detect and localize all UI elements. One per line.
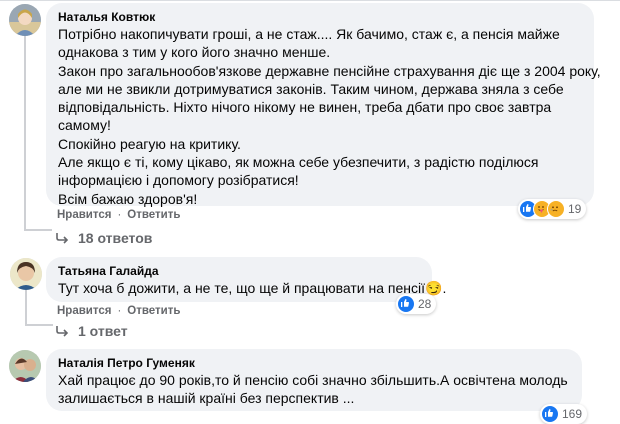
separator-dot: · [117, 305, 122, 317]
sad-reaction-icon [547, 200, 565, 218]
comment-text-line: відповідальність. Ніхто нічого нікому не… [58, 99, 552, 116]
reaction-count: 28 [418, 297, 432, 311]
comment-text-line: Але якщо є ті, кому цікаво, як можна себ… [58, 154, 539, 171]
like-reaction-icon [397, 295, 415, 313]
comment-text: Хай працює до 90 років,то й пенсію собі … [58, 371, 570, 408]
view-replies-link[interactable]: 18 ответов [56, 230, 152, 246]
comment-text: Потрібно накопичувати гроші, а не стаж..… [58, 25, 601, 208]
like-link[interactable]: Нравится [57, 305, 111, 317]
separator-dot: · [117, 209, 122, 221]
thread-connector [24, 36, 26, 231]
comment-text-line: однакова з тим у кого його значно менше. [58, 44, 331, 61]
reaction-count: 19 [568, 202, 582, 216]
comment-text-line: але ми не звикли дотримуватися законів. … [58, 80, 564, 97]
comment-actions: Нравится · Ответить [57, 209, 180, 221]
comment-text-line: Потрібно накопичувати гроші, а не стаж..… [58, 26, 560, 42]
avatar-photo-icon [9, 350, 41, 382]
view-replies-link[interactable]: 1 ответ [56, 323, 128, 339]
comment-text-main: Тут хоча б дожити, а не те, що ще й прац… [58, 280, 426, 296]
comment-bubble: Татьяна Галайда Тут хоча б дожити, а не … [46, 257, 446, 302]
thread-connector [25, 324, 53, 326]
comment-text-end: . [442, 280, 447, 296]
comment-text-line: Закон про загальнообов'язкове державне п… [58, 62, 601, 79]
comment-author[interactable]: Татьяна Галайда [58, 263, 420, 279]
reply-arrow-icon [56, 326, 69, 337]
avatar[interactable] [9, 4, 41, 36]
replies-count-label[interactable]: 1 ответ [78, 323, 128, 339]
reply-link[interactable]: Ответить [127, 305, 180, 317]
avatar-photo-icon [10, 258, 42, 290]
comment-actions: Нравится · Ответить [57, 305, 180, 317]
reply-arrow-icon [56, 233, 69, 244]
reaction-summary[interactable]: 28 [396, 294, 437, 314]
comment-bubble: Наталья Ковтюк Потрібно накопичувати гро… [46, 3, 601, 208]
comment-text: Тут хоча б дожити, а не те, що ще й прац… [58, 279, 446, 297]
comment-bubble: Наталія Петро Гуменяк Хай працює до 90 р… [46, 349, 582, 411]
comment-text-line: залишається в нашій країні без перспекти… [58, 390, 355, 407]
avatar[interactable] [9, 350, 41, 382]
comment-text-line: самому! [58, 117, 111, 134]
comment-text-line: Тут хоча б дожити, а не те, що ще й прац… [58, 279, 446, 297]
comment-text-line: інформацією і допомогу розібратися! [58, 172, 299, 189]
like-reaction-icon [541, 405, 559, 423]
comment-author[interactable]: Наталья Ковтюк [58, 9, 582, 25]
reaction-summary[interactable]: 19 [518, 199, 587, 219]
comment-text-line: Спокійно реагую на критику. [58, 135, 241, 152]
comment-text-line: Хай працює до 90 років,то й пенсію собі … [58, 372, 568, 388]
top-divider [0, 0, 620, 1]
comment-author[interactable]: Наталія Петро Гуменяк [58, 355, 570, 371]
like-link[interactable]: Нравится [57, 209, 111, 221]
avatar-photo-icon [9, 4, 41, 36]
thread-connector [25, 290, 27, 326]
comment-text-line: Всім бажаю здоров'я! [58, 190, 198, 207]
reaction-summary[interactable]: 169 [540, 404, 588, 424]
thread-connector [24, 229, 52, 231]
reply-link[interactable]: Ответить [127, 209, 180, 221]
avatar[interactable] [10, 258, 42, 290]
replies-count-label[interactable]: 18 ответов [78, 230, 152, 246]
